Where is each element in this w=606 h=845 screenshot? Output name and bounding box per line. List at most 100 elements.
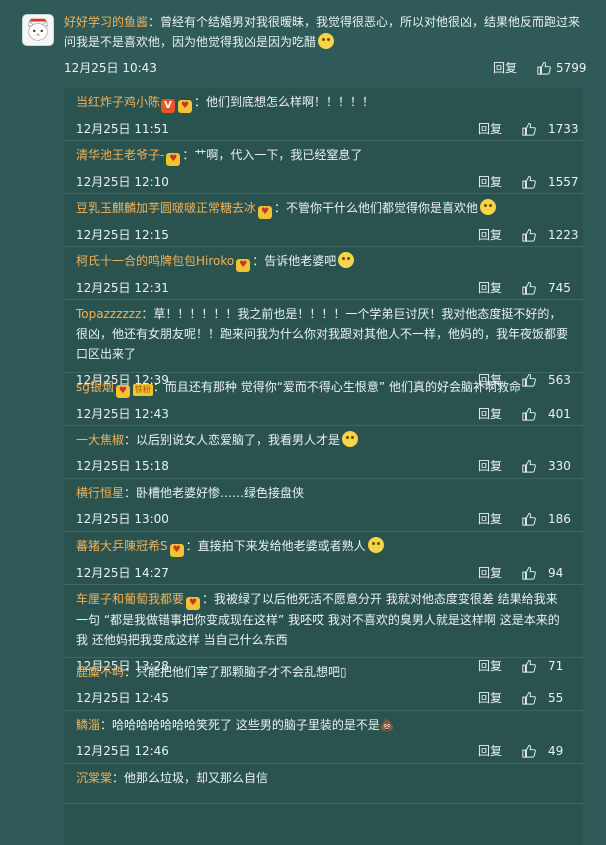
reply-body: ：告诉他老婆吧 (252, 254, 337, 268)
reply-button[interactable]: 回复 (478, 688, 502, 708)
thumbs-up-icon[interactable] (522, 228, 536, 242)
reply-time: 12月25日 12:45 (76, 691, 169, 705)
reply-username[interactable]: 鳞淄 (76, 718, 100, 732)
reply-meta: 12月25日 12:10 回复 1557 (76, 172, 579, 192)
reply-body: ：而且还有那种 觉得你“爱而不得心生恨意” 他们真的好会脑补啊救命 (152, 380, 521, 394)
reply-text: 沉棠棠：他那么垃圾，却又那么自信 (76, 768, 569, 788)
reply-time: 12月25日 12:31 (76, 281, 169, 295)
like-count: 55 (548, 691, 564, 705)
reply-meta: 12月25日 12:46 回复 49 (76, 741, 569, 761)
reply-text: 清华池王老爷子- ♥ ：艹啊，代入一下，我已经窒息了 (76, 145, 569, 166)
reply-text: 车厘子和葡萄我都要 ♥ ：我被绿了以后他死活不愿意分开 我就对他态度变很差 结果给我… (76, 589, 569, 650)
smile-emoji-icon (480, 199, 497, 215)
like-count: 1223 (548, 228, 579, 242)
thumbs-up-icon[interactable] (522, 459, 536, 473)
reply-username[interactable]: 沉棠棠 (76, 771, 112, 785)
reply-body: ：直接拍下来发给他老婆或者熟人 (185, 539, 366, 553)
reply-time: 12月25日 15:18 (76, 459, 169, 473)
reply-meta: 12月25日 11:51 回复 1733 (76, 119, 579, 139)
reply-text: 鹿麋不屿：只能把他们宰了那颗脑子才不会乱想吧▯ (76, 662, 569, 682)
thumbs-up-icon[interactable] (522, 744, 536, 758)
reply-button[interactable]: 回复 (478, 741, 502, 761)
reply-item: 横行恒星：卧槽他老婆好惨……绿色接盘侠 12月25日 13:00 回复 186 (64, 479, 583, 532)
fan-badge-icon: ♥ (115, 385, 130, 398)
thumbs-up-icon[interactable] (522, 691, 536, 705)
reply-button[interactable]: 回复 (478, 119, 502, 139)
reply-username[interactable]: 豆乳玉麒麟加芋圆啵啵正常糖去冰 (76, 201, 256, 215)
reply-username[interactable]: 柯氏十一合的鸣牌包包Hiroko (76, 254, 234, 268)
reply-text: Topazzzzzz：草！！！！！！我之前也是！！！！一个学弟巨讨厌！我对他态度… (76, 304, 569, 364)
reply-button[interactable]: 回复 (478, 172, 502, 192)
reply-username[interactable]: 当红炸子鸡小陈 (76, 95, 160, 109)
thumbs-up-icon[interactable] (537, 61, 551, 75)
comment-time: 12月25日 10:43 (64, 61, 157, 75)
reply-button[interactable]: 回复 (478, 225, 502, 245)
reply-time: 12月25日 12:43 (76, 407, 169, 421)
reply-item: sg银烟 ♥ 铁粉 ：而且还有那种 觉得你“爱而不得心生恨意” 他们真的好会脑补啊救命… (64, 373, 583, 426)
reply-item: 车厘子和葡萄我都要 ♥ ：我被绿了以后他死活不愿意分开 我就对他态度变很差 结果给我… (64, 585, 583, 673)
reply-button[interactable]: 回复 (478, 456, 502, 476)
reply-meta: 12月25日 13:00 回复 186 (76, 509, 571, 529)
reply-username[interactable]: 车厘子和葡萄我都要 (76, 592, 184, 606)
fan-badge-icon: ♥ (236, 259, 251, 272)
verified-v-icon: V (161, 99, 176, 113)
thumbs-up-icon[interactable] (522, 122, 536, 136)
reply-time: 12月25日 12:10 (76, 175, 169, 189)
reply-item: 蕃猪大乒陳冠希S ♥ ：直接拍下来发给他老婆或者熟人 12月25日 14:27 回复 94 (64, 532, 583, 585)
reply-meta: 12月25日 12:31 回复 745 (76, 278, 571, 298)
reply-body: ：哈哈哈哈哈哈哈笑死了 这些男的脑子里装的是不是💩 (100, 718, 395, 732)
like-count: 1557 (548, 175, 579, 189)
reply-meta: 12月25日 15:18 回复 330 (76, 456, 571, 476)
reply-button[interactable]: 回复 (478, 404, 502, 424)
reply-item: 一大焦椒：以后别说女人恋爱脑了，我看男人才是 12月25日 15:18 回复 330 (64, 426, 583, 479)
smile-emoji-icon (318, 33, 335, 49)
reply-body: ：艹啊，代入一下，我已经窒息了 (182, 148, 363, 162)
reply-meta: 12月25日 12:45 回复 55 (76, 688, 569, 708)
fan-badge-icon: ♥ (258, 206, 273, 219)
user-avatar[interactable] (22, 14, 54, 46)
reply-body: ：不管你干什么他们都觉得你是喜欢他 (274, 201, 479, 215)
reply-time: 12月25日 12:15 (76, 228, 169, 242)
reply-username[interactable]: sg银烟 (76, 380, 114, 394)
reply-username[interactable]: 清华池王老爷子- (76, 148, 164, 162)
reply-body: ：卧槽他老婆好惨……绿色接盘侠 (124, 486, 305, 500)
thumbs-up-icon[interactable] (522, 175, 536, 189)
reply-button[interactable]: 回复 (478, 563, 502, 583)
comment-text: 好好学习的鱼酱：曾经有个结婚男对我很暧昧，我觉得很恶心，所以对他很凶，结果他反而… (64, 12, 592, 52)
thumbs-up-icon[interactable] (522, 407, 536, 421)
reply-time: 12月25日 14:27 (76, 566, 169, 580)
fan-badge-icon: ♥ (186, 597, 201, 610)
reply-text: sg银烟 ♥ 铁粉 ：而且还有那种 觉得你“爱而不得心生恨意” 他们真的好会脑补啊救命 (76, 377, 569, 398)
like-count: 330 (548, 459, 571, 473)
thumbs-up-icon[interactable] (522, 281, 536, 295)
fan-badge-icon: ♥ (166, 153, 181, 166)
reply-button[interactable]: 回复 (478, 278, 502, 298)
reply-username[interactable]: 蕃猪大乒陳冠希S (76, 539, 168, 553)
reply-item: 豆乳玉麒麟加芋圆啵啵正常糖去冰 ♥ ：不管你干什么他们都觉得你是喜欢他 12月25日 … (64, 194, 583, 247)
reply-time: 12月25日 13:00 (76, 512, 169, 526)
reply-text: 柯氏十一合的鸣牌包包Hiroko ♥ ：告诉他老婆吧 (76, 251, 569, 272)
fan-badge-icon: ♥ (178, 100, 193, 113)
like-count: 1733 (548, 122, 579, 136)
reply-username[interactable]: 鹿麋不屿 (76, 665, 124, 679)
reply-body: ：草！！！！！！我之前也是！！！！一个学弟巨讨厌！我对他态度挺不好的，很凶，他还… (76, 307, 569, 361)
fan-badge-icon: ♥ (169, 544, 184, 557)
reply-button[interactable]: 回复 (493, 58, 517, 78)
reply-item: 鹿麋不屿：只能把他们宰了那颗脑子才不会乱想吧▯ 12月25日 12:45 回复 55 (64, 658, 583, 711)
like-count: 94 (548, 566, 564, 580)
reply-username[interactable]: 横行恒星 (76, 486, 124, 500)
like-count: 186 (548, 512, 571, 526)
reply-text: 横行恒星：卧槽他老婆好惨……绿色接盘侠 (76, 483, 569, 503)
reply-meta: 12月25日 12:43 回复 401 (76, 404, 571, 424)
main-comment: 好好学习的鱼酱：曾经有个结婚男对我很暧昧，我觉得很恶心，所以对他很凶，结果他反而… (0, 0, 606, 90)
reply-item: 清华池王老爷子- ♥ ：艹啊，代入一下，我已经窒息了 12月25日 12:10 回复 15… (64, 141, 583, 194)
reply-text: 当红炸子鸡小陈 V ♥ ：他们到底想怎么样啊！！！！！ (76, 92, 569, 113)
reply-username[interactable]: Topazzzzzz (76, 307, 141, 321)
thumbs-up-icon[interactable] (522, 512, 536, 526)
reply-username[interactable]: 一大焦椒 (76, 433, 124, 447)
reply-text: 鳞淄：哈哈哈哈哈哈哈笑死了 这些男的脑子里装的是不是💩 (76, 715, 569, 735)
reply-time: 12月25日 11:51 (76, 122, 169, 136)
thumbs-up-icon[interactable] (522, 566, 536, 580)
reply-button[interactable]: 回复 (478, 509, 502, 529)
comment-username[interactable]: 好好学习的鱼酱 (64, 15, 148, 29)
